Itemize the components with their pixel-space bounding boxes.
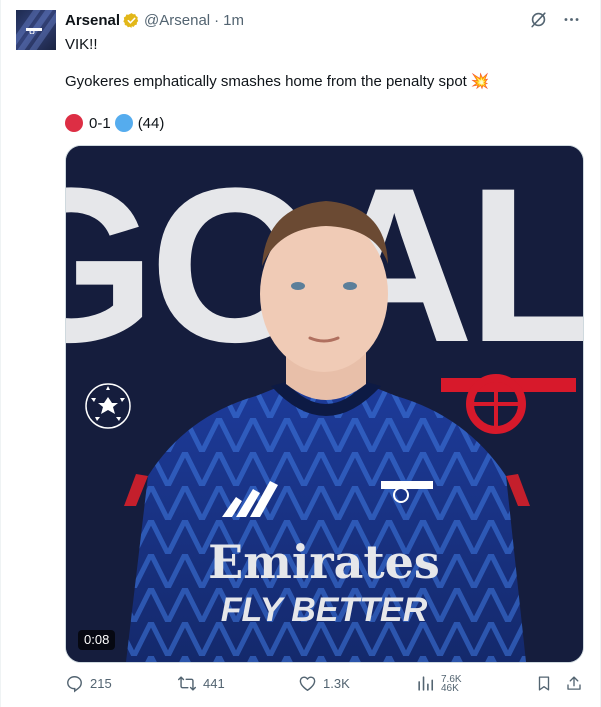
kit-sponsor: Emirates (208, 535, 440, 589)
reply-icon (67, 676, 82, 693)
tweet-text-line2: Gyokeres emphatically smashes home from … (65, 72, 490, 92)
grok-icon[interactable] (529, 10, 548, 29)
verified-badge-icon (123, 12, 139, 28)
like-button[interactable]: 1.3K (298, 674, 350, 693)
repost-count: 441 (203, 676, 225, 691)
like-count: 1.3K (323, 676, 350, 691)
repost-icon (177, 676, 197, 691)
score-text: 0-1 (89, 114, 111, 132)
tweet-header: Arsenal @Arsenal · 1m (65, 10, 244, 30)
views-icon (418, 676, 434, 691)
like-icon (299, 676, 316, 691)
bookmark-button[interactable] (535, 674, 559, 693)
kit-slogan: FLY BETTER (221, 591, 428, 629)
more-icon[interactable] (562, 10, 581, 29)
avatar[interactable] (16, 10, 56, 50)
timestamp[interactable]: 1m (223, 12, 244, 29)
separator-dot: · (214, 11, 220, 29)
repost-button[interactable]: 441 (177, 674, 225, 693)
reply-count: 215 (90, 676, 112, 691)
score-line: 0-1 (44) (65, 112, 164, 134)
goal-minute: (44) (137, 114, 165, 132)
views-button[interactable]: 7.6K 46K (416, 674, 462, 693)
blue-circle-emoji (114, 114, 133, 132)
divider-left (0, 0, 1, 707)
tweet: Arsenal @Arsenal · 1m VIK!! Gyokeres emp… (0, 0, 601, 707)
share-icon (567, 676, 581, 690)
video-duration: 0:08 (78, 630, 116, 650)
views-count-bottom: 46K (441, 682, 459, 694)
views-count: 7.6K 46K (441, 674, 462, 694)
video-player[interactable]: GOAL! (65, 145, 584, 663)
tweet-text-body: Gyokeres emphatically smashes home from … (65, 73, 467, 90)
author-handle[interactable]: @Arsenal (144, 12, 210, 29)
tweet-top-actions (529, 10, 581, 29)
collision-emoji: 💥 (470, 73, 490, 90)
goal-graphic: GOAL! (66, 146, 583, 662)
tweet-actions: 215 441 1.3K 7.6K 46K (65, 674, 585, 696)
red-circle-emoji (65, 114, 83, 132)
author-name[interactable]: Arsenal (65, 12, 120, 29)
tweet-text-line1: VIK!! (65, 36, 98, 53)
bookmark-icon (538, 676, 550, 691)
cannon-logo-icon (26, 28, 42, 34)
share-button[interactable] (565, 674, 589, 693)
reply-button[interactable]: 215 (65, 674, 112, 693)
